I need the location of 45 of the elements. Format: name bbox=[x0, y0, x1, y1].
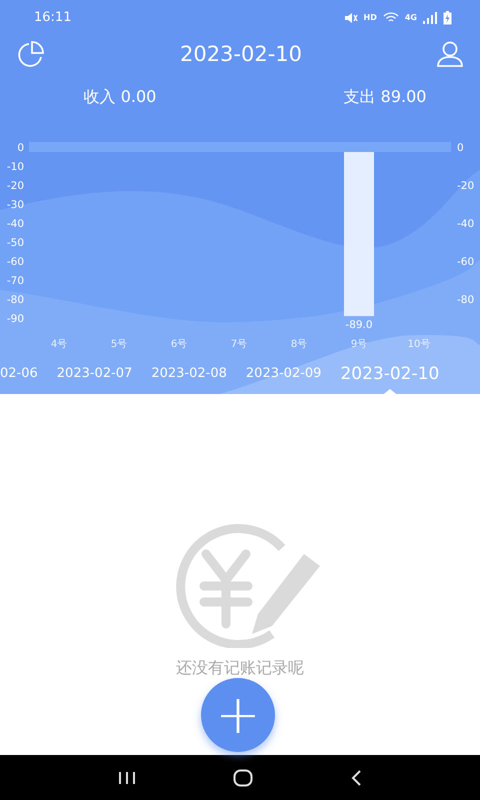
y-axis-label: -40 bbox=[6, 218, 24, 230]
x-axis-label: 7号 bbox=[230, 339, 248, 350]
recent-apps-icon[interactable] bbox=[118, 770, 136, 784]
mute-icon bbox=[344, 12, 358, 24]
network-label: 4G bbox=[404, 13, 417, 22]
header-date[interactable]: 2023-02-10 bbox=[180, 42, 302, 66]
x-axis-label: 9号 bbox=[350, 339, 368, 350]
y-axis-label: -60 bbox=[6, 256, 24, 268]
date-tab[interactable]: 02-06 bbox=[0, 366, 38, 382]
y-axis-label: -30 bbox=[6, 199, 24, 211]
y-axis-label: -50 bbox=[6, 237, 24, 249]
y-axis-label: -90 bbox=[6, 313, 24, 325]
empty-message: 还没有记账记录呢 bbox=[176, 658, 304, 679]
date-tab[interactable]: 2023-02-07 bbox=[56, 366, 132, 382]
y-axis-label: -80 bbox=[6, 294, 24, 306]
total-summary: 收入 0.00 bbox=[82, 86, 158, 108]
y-axis-label: -20 bbox=[6, 180, 24, 192]
y-axis-label: -40 bbox=[457, 218, 474, 230]
pie-chart-icon[interactable] bbox=[16, 40, 46, 68]
battery-icon bbox=[443, 10, 452, 24]
y-axis-label: 0 bbox=[457, 142, 464, 154]
y-axis-label: -20 bbox=[457, 180, 474, 192]
x-axis-label: 10号 bbox=[408, 339, 430, 350]
x-axis-label: 6号 bbox=[170, 339, 188, 350]
wifi-icon bbox=[382, 12, 399, 24]
signal-icon bbox=[423, 12, 437, 24]
y-axis-label: -80 bbox=[457, 294, 474, 306]
y-axis-label: 0 bbox=[17, 142, 24, 154]
date-tab[interactable]: 2023-02-10 bbox=[340, 362, 440, 386]
home-icon[interactable] bbox=[232, 768, 253, 786]
hd-label: HD bbox=[364, 13, 377, 22]
x-axis-label: 4号 bbox=[50, 339, 68, 350]
y-axis-label: -10 bbox=[6, 161, 24, 173]
bar-value-label: -89.0 bbox=[345, 319, 373, 332]
date-tab[interactable]: 2023-02-09 bbox=[246, 366, 322, 382]
total-summary: 支出 89.00 bbox=[342, 86, 428, 108]
y-axis-label: -70 bbox=[6, 275, 24, 287]
back-icon[interactable] bbox=[350, 770, 362, 786]
x-axis-label: 5号 bbox=[110, 339, 128, 350]
add-button[interactable]: + bbox=[201, 678, 275, 752]
user-icon[interactable] bbox=[436, 40, 464, 68]
y-axis-label: -60 bbox=[457, 256, 474, 268]
status-time: 16:11 bbox=[34, 10, 72, 25]
date-tab[interactable]: 2023-02-08 bbox=[151, 366, 227, 382]
x-axis-label: 8号 bbox=[290, 339, 308, 350]
